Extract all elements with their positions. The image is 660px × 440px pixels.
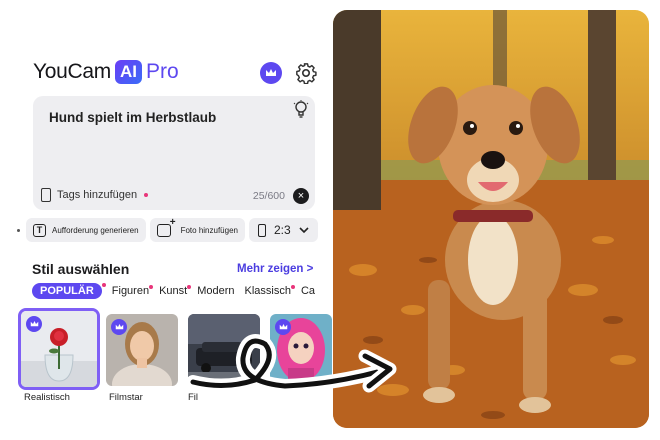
character-counter: 25/600 bbox=[252, 190, 285, 202]
generate-prompt-button[interactable]: T Aufforderung generieren bbox=[26, 218, 146, 242]
new-indicator-dot bbox=[149, 285, 154, 289]
add-photo-button[interactable]: Foto hinzufügen bbox=[149, 217, 245, 242]
tab-modern-label: Modern bbox=[197, 285, 235, 297]
tag-icon bbox=[41, 188, 51, 202]
style-tabs: POPULÄR Figuren Kunst Modern Klassisch C… bbox=[32, 283, 332, 299]
tab-figures-label: Figuren bbox=[111, 285, 150, 297]
style-label-filmstar: Filmstar bbox=[109, 392, 143, 403]
aspect-ratio-value: 2:3 bbox=[273, 223, 291, 237]
tab-art-label: Kunst bbox=[159, 285, 188, 297]
brand-name: YouCam bbox=[33, 60, 111, 83]
tab-classic-label: Klassisch bbox=[244, 285, 291, 297]
crown-icon bbox=[111, 319, 127, 335]
tab-popular[interactable]: POPULÄR bbox=[32, 283, 106, 299]
new-indicator-dot bbox=[187, 285, 192, 289]
text-icon: T bbox=[33, 223, 46, 237]
tab-modern[interactable]: Modern bbox=[197, 285, 234, 297]
arrow-icon bbox=[186, 334, 397, 394]
tab-classic[interactable]: Klassisch bbox=[244, 285, 295, 297]
style-section-title: Stil auswählen bbox=[32, 261, 130, 277]
prompt-text[interactable]: Hund spielt im Herbstlaub bbox=[49, 110, 216, 125]
add-photo-icon bbox=[156, 217, 176, 237]
tab-more[interactable]: Ca bbox=[301, 285, 315, 297]
new-indicator-dot bbox=[290, 285, 295, 289]
overflow-dot bbox=[17, 228, 20, 232]
generate-prompt-label: Aufforderung generieren bbox=[52, 225, 139, 235]
style-thumbnail-filmstar[interactable] bbox=[106, 314, 178, 386]
brand-ai-badge: AI bbox=[114, 60, 142, 84]
show-more-link[interactable]: Mehr zeigen > bbox=[237, 263, 313, 275]
new-indicator-dot bbox=[144, 193, 149, 197]
app-logo: YouCam AI Pro bbox=[33, 60, 179, 84]
close-icon[interactable]: × bbox=[293, 188, 309, 204]
brand-pro: Pro bbox=[145, 60, 179, 83]
style-thumbnail-realistic[interactable] bbox=[18, 308, 100, 390]
phone-icon bbox=[257, 223, 266, 237]
crown-icon bbox=[266, 69, 276, 76]
aspect-ratio-select[interactable]: 2:3 bbox=[248, 218, 318, 242]
prompt-input-box[interactable]: Hund spielt im Herbstlaub Tags hinzufüge… bbox=[33, 96, 315, 210]
prompt-actions: T Aufforderung generieren Foto hinzufüge… bbox=[17, 217, 318, 242]
premium-crown-button[interactable] bbox=[260, 62, 282, 84]
add-tags-label: Tags hinzufügen bbox=[57, 189, 138, 201]
tab-art[interactable]: Kunst bbox=[159, 285, 192, 297]
add-photo-label: Foto hinzufügen bbox=[180, 225, 238, 235]
crown-icon bbox=[26, 316, 42, 332]
add-tags-button[interactable]: Tags hinzufügen bbox=[41, 188, 149, 202]
crown-icon bbox=[275, 319, 291, 335]
new-indicator-dot bbox=[101, 283, 106, 287]
gear-icon[interactable] bbox=[295, 62, 317, 84]
tab-more-label: Ca bbox=[300, 285, 316, 297]
tab-popular-label: POPULÄR bbox=[40, 285, 94, 297]
lightbulb-icon[interactable] bbox=[293, 100, 309, 120]
tab-figures[interactable]: Figuren bbox=[111, 285, 154, 297]
style-label-realistic: Realistisch bbox=[24, 392, 70, 403]
chevron-down-icon bbox=[299, 226, 309, 233]
